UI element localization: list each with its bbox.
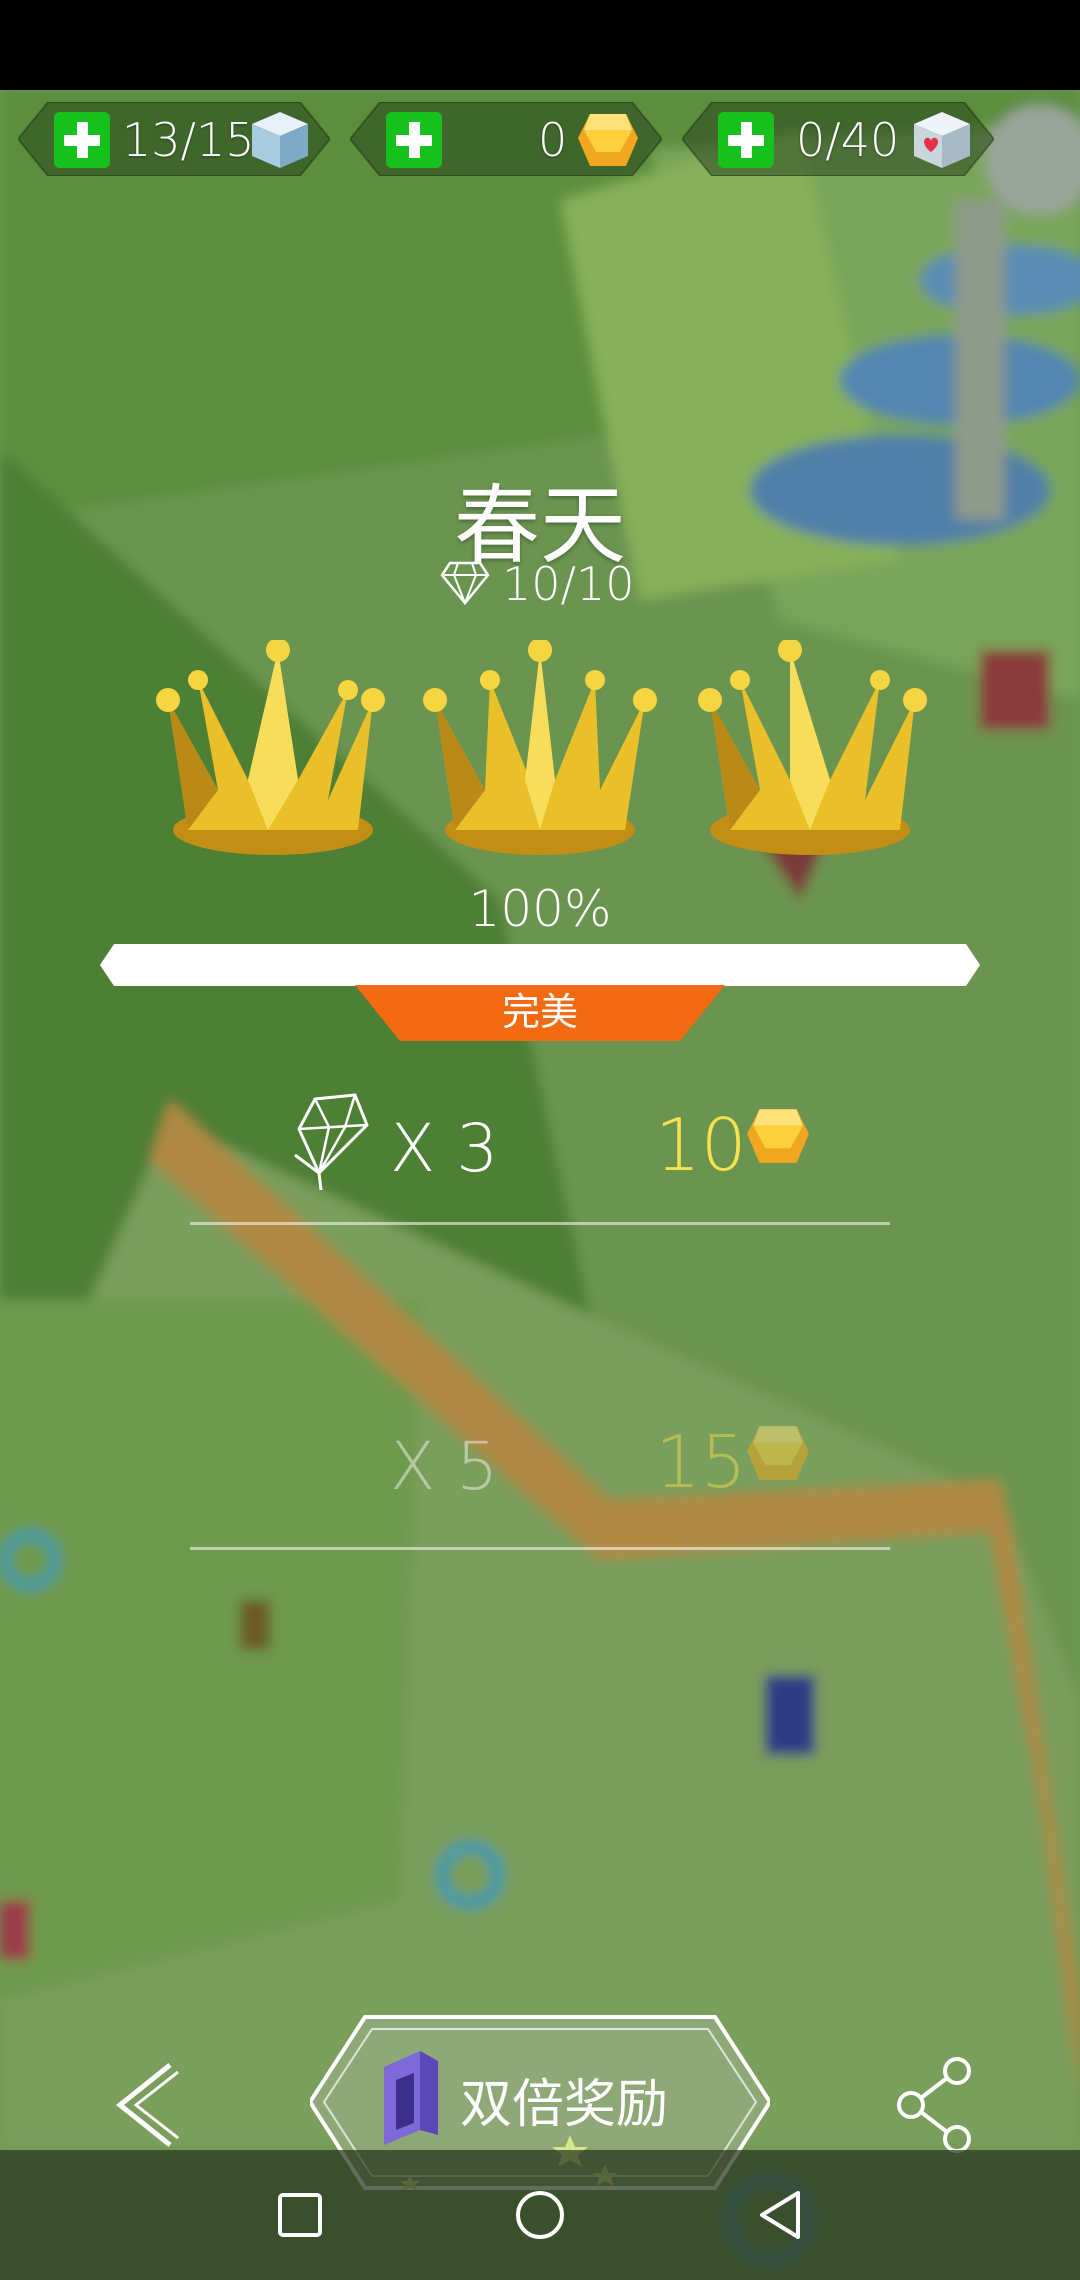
reward-amount: 15 xyxy=(655,1420,747,1504)
row-divider xyxy=(190,1547,890,1550)
row-divider xyxy=(190,1222,890,1225)
reward-multiplier: X 5 xyxy=(390,1428,499,1505)
gold-gem-icon xyxy=(578,114,638,166)
video-ad-icon xyxy=(384,2051,438,2145)
recent-apps-icon[interactable] xyxy=(268,2183,332,2247)
gem-count-row: 10/10 xyxy=(430,555,670,613)
reward-row-x5: X 5 15 xyxy=(190,1390,890,1550)
add-hearts-button[interactable] xyxy=(718,112,774,168)
crown-icon-1 xyxy=(156,640,385,855)
reward-row-x3: X 3 10 xyxy=(190,1065,890,1225)
back-arrow-icon[interactable] xyxy=(108,2060,188,2150)
reward-amount: 10 xyxy=(655,1103,747,1187)
energy-counter: 13/15 xyxy=(18,102,330,176)
gold-gem-icon xyxy=(747,1109,809,1163)
status-bar xyxy=(0,0,1080,90)
share-icon[interactable] xyxy=(895,2055,975,2155)
add-energy-button[interactable] xyxy=(54,112,110,168)
gold-gem-icon xyxy=(747,1426,809,1480)
home-icon[interactable] xyxy=(508,2183,572,2247)
heart-counter: 0/40 xyxy=(682,102,994,176)
energy-value: 13/15 xyxy=(122,113,255,167)
coin-value: 0 xyxy=(538,113,568,167)
ice-cube-icon xyxy=(252,112,308,168)
rank-label: 完美 xyxy=(501,992,578,1034)
double-reward-label: 双倍奖励 xyxy=(460,2076,669,2134)
heart-cube-icon xyxy=(914,112,970,168)
add-coins-button[interactable] xyxy=(386,112,442,168)
gem-count: 10/10 xyxy=(502,557,635,611)
nav-back-icon[interactable] xyxy=(748,2183,812,2247)
heart-value: 0/40 xyxy=(796,113,900,167)
reward-multiplier: X 3 xyxy=(390,1110,499,1187)
completion-percent: 100% xyxy=(468,880,612,938)
coin-counter: 0 xyxy=(350,102,662,176)
crown-icon-2 xyxy=(423,640,657,855)
progress-fill xyxy=(100,944,980,986)
diamond-outline-icon xyxy=(440,561,490,605)
crown-icon-3 xyxy=(698,640,927,855)
diamond-combo-icon xyxy=(294,1093,369,1191)
completion-progress-bar xyxy=(100,944,980,986)
